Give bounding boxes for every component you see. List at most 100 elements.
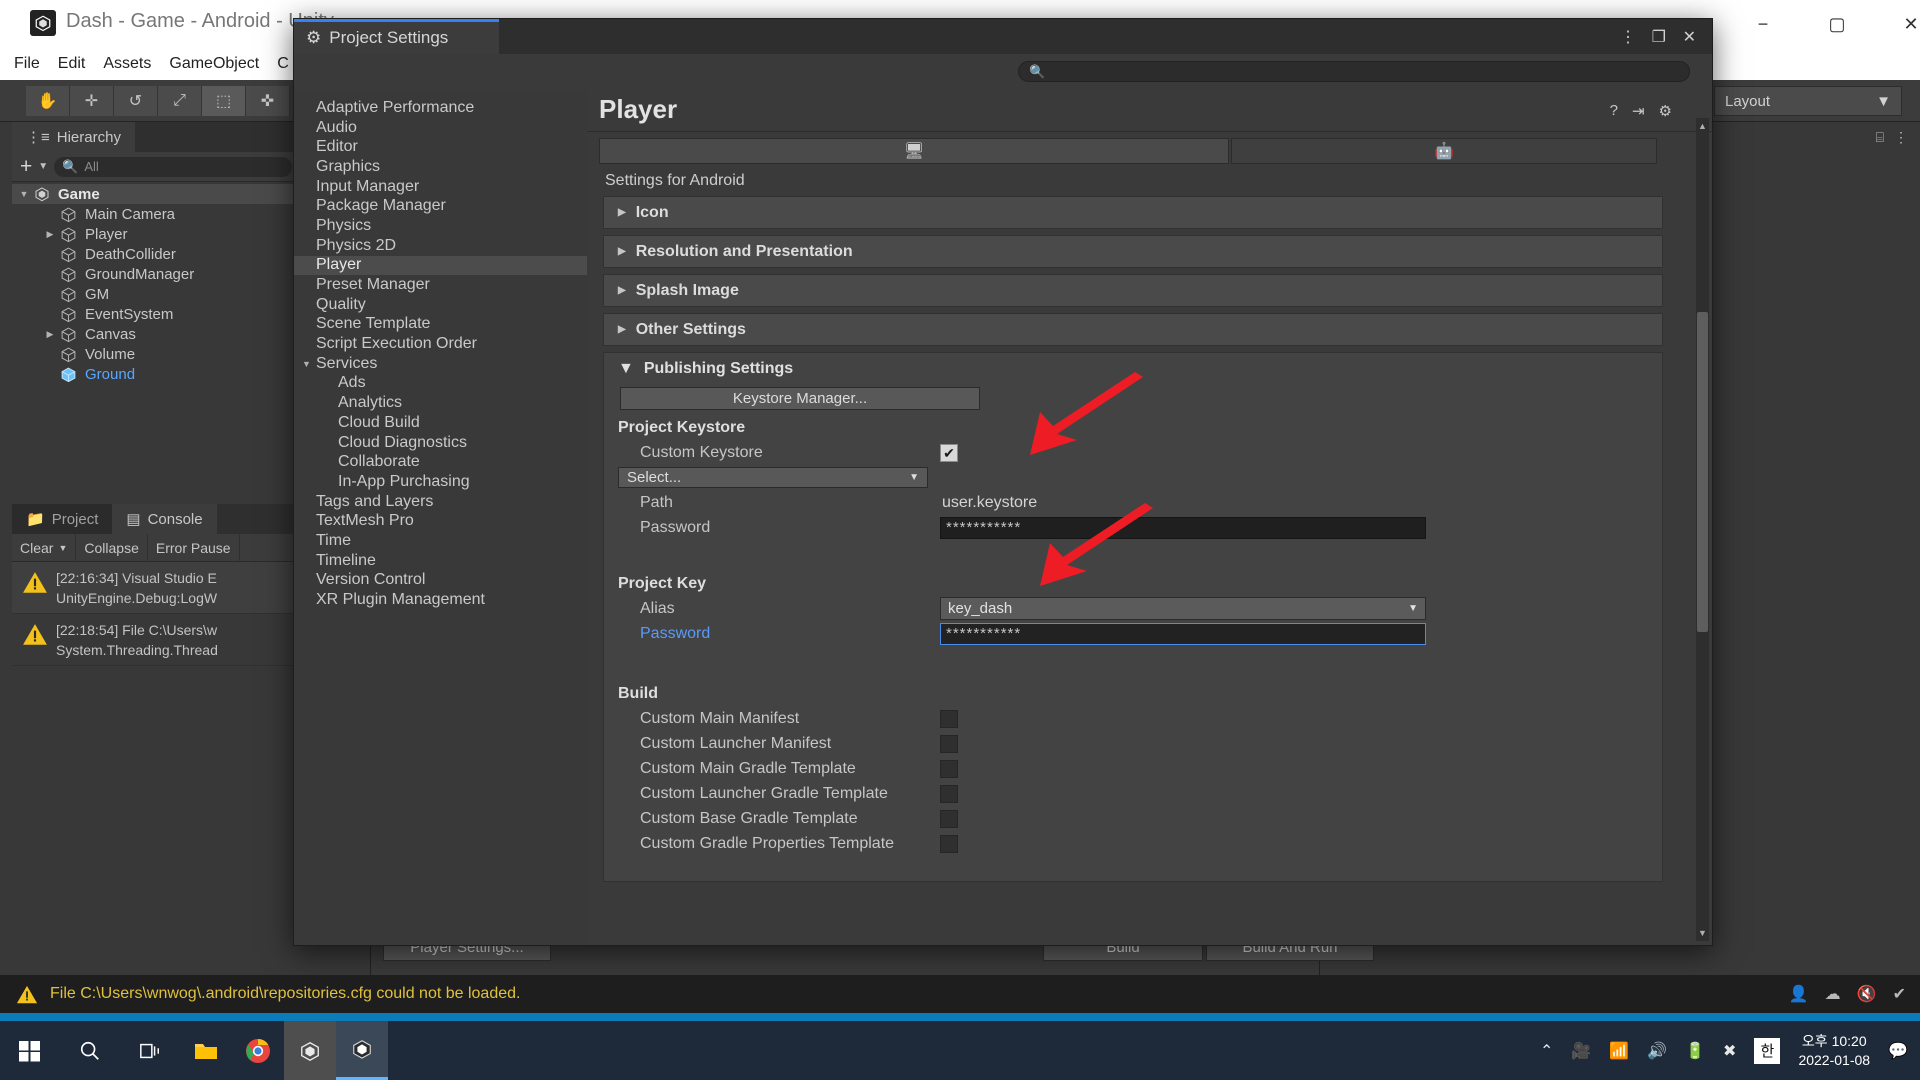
tab-project-settings[interactable]: ⚙ Project Settings [294, 19, 499, 54]
battery-icon[interactable]: 🔋 [1685, 1041, 1705, 1061]
ime-indicator[interactable]: 한 [1754, 1037, 1781, 1064]
chevron-down-icon[interactable]: ▼ [302, 359, 316, 369]
settings-category-analytics[interactable]: Analytics [294, 393, 587, 413]
chrome-icon[interactable] [232, 1021, 284, 1080]
gear-icon[interactable]: ⚙ [1659, 102, 1672, 120]
settings-category-time[interactable]: Time [294, 531, 587, 551]
error-pause-button[interactable]: Error Pause [148, 533, 240, 562]
tab-hierarchy[interactable]: ⋮≡ Hierarchy [12, 122, 135, 152]
hierarchy-item[interactable]: ▶ Ground [12, 364, 300, 384]
hierarchy-search-input[interactable]: 🔍 All [54, 156, 292, 177]
settings-category-script-execution-order[interactable]: Script Execution Order [294, 334, 587, 354]
chevron-right-icon[interactable]: ▶ [44, 229, 56, 240]
platform-tab-desktop[interactable]: 🖥 [599, 138, 1229, 164]
add-gameobject-button[interactable]: + [20, 156, 32, 177]
minimize-button[interactable]: − [1726, 0, 1800, 48]
section-resolution-and-presentation[interactable]: ▶ Resolution and Presentation [603, 235, 1663, 268]
wifi-icon[interactable]: 📶 [1609, 1041, 1629, 1061]
maximize-button[interactable]: ▢ [1800, 0, 1874, 48]
preset-icon[interactable]: ⇥ [1632, 102, 1645, 120]
custom-keystore-checkbox[interactable]: ✔ [940, 443, 958, 462]
unity-hub-icon[interactable] [284, 1021, 336, 1080]
scroll-down-arrow[interactable]: ▼ [1696, 925, 1709, 941]
move-tool-icon[interactable]: ✛ [70, 85, 114, 116]
settings-category-in-app-purchasing[interactable]: In-App Purchasing [294, 472, 587, 492]
settings-category-tags-and-layers[interactable]: Tags and Layers [294, 492, 587, 512]
platform-tab-android[interactable]: 🤖 [1231, 138, 1657, 164]
settings-scrollbar-thumb[interactable] [1697, 312, 1708, 632]
chevron-down-icon[interactable]: ▼ [58, 543, 67, 553]
unity-editor-icon[interactable] [336, 1021, 388, 1080]
mute-icon[interactable]: 🔇 [1857, 984, 1877, 1004]
section-icon[interactable]: ▶ Icon [603, 196, 1663, 229]
hierarchy-item[interactable]: ▶ Volume [12, 344, 300, 364]
tab-console[interactable]: ▤ Console [112, 504, 217, 534]
hierarchy-item[interactable]: ▶ Main Camera [12, 204, 300, 224]
chevron-down-icon[interactable]: ▼ [18, 189, 30, 199]
settings-category-cloud-diagnostics[interactable]: Cloud Diagnostics [294, 433, 587, 453]
build-option-checkbox[interactable] [940, 734, 958, 753]
hierarchy-item[interactable]: ▶ EventSystem [12, 304, 300, 324]
hierarchy-item[interactable]: ▶ Canvas [12, 324, 300, 344]
settings-category-xr-plugin-management[interactable]: XR Plugin Management [294, 590, 587, 610]
chevron-up-icon[interactable]: ⌃ [1540, 1041, 1553, 1061]
keystore-password-input[interactable]: *********** [940, 516, 1426, 539]
settings-category-adaptive-performance[interactable]: Adaptive Performance [294, 98, 587, 118]
build-option-checkbox[interactable] [940, 809, 958, 828]
console-log-entry[interactable]: [22:16:34] Visual Studio E UnityEngine.D… [12, 562, 300, 614]
transform-tool-icon[interactable]: ✜ [246, 85, 290, 116]
settings-category-input-manager[interactable]: Input Manager [294, 177, 587, 197]
action-x-icon[interactable]: ✖ [1723, 1041, 1736, 1061]
rect-tool-icon[interactable]: ⬚ [202, 85, 246, 116]
settings-category-editor[interactable]: Editor [294, 137, 587, 157]
key-password-input[interactable]: *********** [940, 622, 1426, 645]
keystore-select-dropdown[interactable]: Select... ▼ [618, 467, 928, 488]
notification-icon[interactable]: 💬 [1888, 1041, 1908, 1061]
publishing-settings-header[interactable]: ▼ Publishing Settings [604, 353, 1662, 385]
windows-icon[interactable] [0, 1021, 60, 1080]
menu-file[interactable]: File [14, 55, 40, 73]
settings-scrollbar[interactable] [1696, 134, 1709, 925]
build-option-checkbox[interactable] [940, 784, 958, 803]
hierarchy-item[interactable]: ▶ DeathCollider [12, 244, 300, 264]
settings-category-services[interactable]: ▼ Services [294, 354, 587, 374]
settings-category-cloud-build[interactable]: Cloud Build [294, 413, 587, 433]
settings-category-ads[interactable]: Ads [294, 374, 587, 394]
taskbar-clock[interactable]: 오후 10:20 2022-01-08 [1798, 1032, 1870, 1070]
chevron-down-icon[interactable]: ▼ [38, 161, 48, 172]
settings-category-textmesh-pro[interactable]: TextMesh Pro [294, 511, 587, 531]
settings-category-audio[interactable]: Audio [294, 118, 587, 138]
project-settings-kebab-button[interactable]: ⋮ [1620, 19, 1636, 54]
build-option-checkbox[interactable] [940, 759, 958, 778]
hand-tool-icon[interactable]: ✋ [26, 85, 70, 116]
settings-category-collaborate[interactable]: Collaborate [294, 452, 587, 472]
check-icon[interactable]: ✔ [1893, 984, 1906, 1004]
kebab-icon[interactable]: ⋮ [1894, 129, 1908, 146]
menu-component[interactable]: C [277, 55, 289, 73]
scroll-up-arrow[interactable]: ▲ [1696, 118, 1709, 134]
settings-category-quality[interactable]: Quality [294, 295, 587, 315]
task-view-icon[interactable] [120, 1021, 180, 1080]
project-settings-search-input[interactable]: 🔍 [1018, 61, 1690, 82]
volume-icon[interactable]: 🔊 [1647, 1041, 1667, 1061]
build-option-checkbox[interactable] [940, 709, 958, 728]
scale-tool-icon[interactable]: ⤢ [158, 85, 202, 116]
settings-category-physics[interactable]: Physics [294, 216, 587, 236]
settings-category-physics-2d[interactable]: Physics 2D [294, 236, 587, 256]
hierarchy-item[interactable]: ▶ GroundManager [12, 264, 300, 284]
section-splash-image[interactable]: ▶ Splash Image [603, 274, 1663, 307]
menu-edit[interactable]: Edit [58, 55, 86, 73]
help-icon[interactable]: ? [1610, 102, 1618, 120]
tab-project[interactable]: 📁 Project [12, 504, 113, 534]
hierarchy-item[interactable]: ▶ Player [12, 224, 300, 244]
menu-assets[interactable]: Assets [103, 55, 151, 73]
cloud-icon[interactable]: ☁ [1825, 984, 1841, 1004]
hierarchy-item[interactable]: ▼ Game [12, 184, 300, 204]
settings-category-version-control[interactable]: Version Control [294, 571, 587, 591]
collapse-button[interactable]: Collapse [76, 533, 148, 562]
collab-icon[interactable]: 👤 [1789, 984, 1809, 1004]
close-button[interactable]: ✕ [1874, 0, 1920, 48]
file-explorer-icon[interactable] [180, 1021, 232, 1080]
hierarchy-item[interactable]: ▶ GM [12, 284, 300, 304]
settings-category-graphics[interactable]: Graphics [294, 157, 587, 177]
